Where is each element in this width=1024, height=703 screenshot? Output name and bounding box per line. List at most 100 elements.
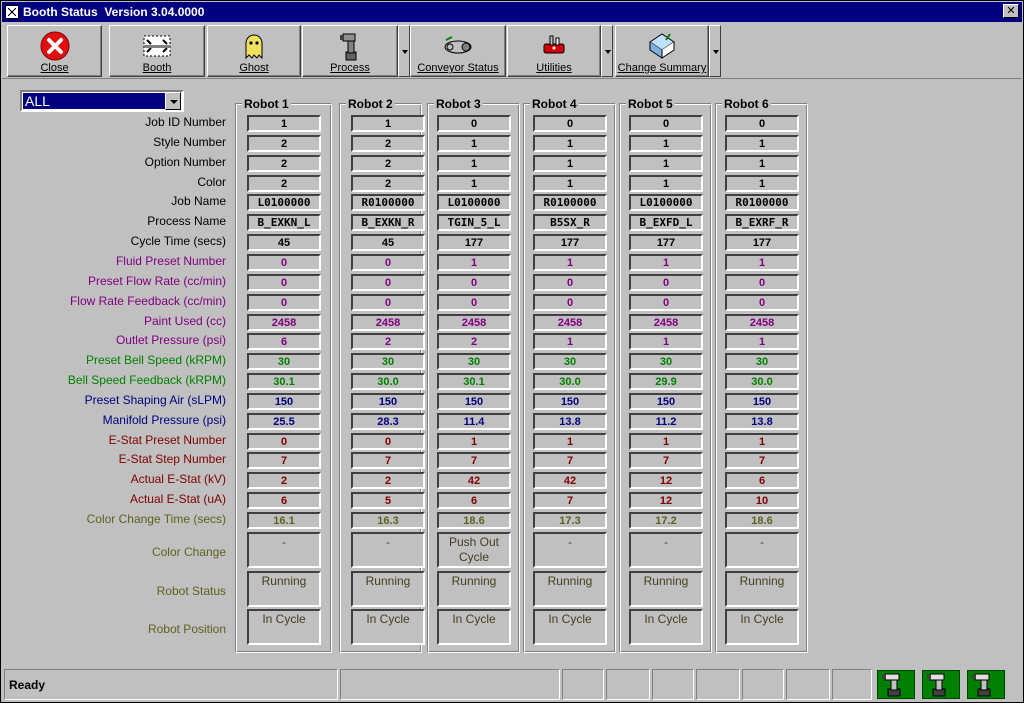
robot-5-color-value: 1: [629, 174, 703, 192]
status-pane: [562, 669, 604, 700]
row-label: E-Stat Step Number: [118, 452, 226, 467]
robot-2-style-number-value: 2: [351, 134, 425, 152]
row-label: Paint Used (cc): [143, 313, 226, 328]
robot-2-fluid-preset-number-value: 0: [351, 253, 425, 271]
robot-6-actual-e-stat-ua-value: 10: [725, 492, 799, 510]
robot-1-flow-rate-feedback-cc-min-value: 0: [247, 293, 321, 311]
utilities-button[interactable]: Utilities: [507, 25, 601, 77]
robot-1-robot-status-value: Running: [247, 571, 321, 607]
robot-3-color-change-value: Push Out Cycle: [437, 532, 511, 568]
robot-2-color-value: 2: [351, 174, 425, 192]
booth-status-panel: ALL Job ID Number Style Number Option Numb…: [2, 81, 1022, 665]
robot-6-actual-e-stat-kv-value: 6: [725, 472, 799, 490]
robot-1-option-number-value: 2: [247, 154, 321, 172]
robot-filter-selected: ALL: [23, 93, 165, 109]
robot-5-paint-used-cc-value: 2458: [629, 313, 703, 331]
toolbar-dropdown-arrow[interactable]: [709, 25, 721, 77]
robot-4-color-change-time-secs-value: 17.3: [533, 512, 607, 529]
robot-4-manifold-pressure-psi-value: 13.8: [533, 412, 607, 430]
row-label: Manifold Pressure (psi): [102, 412, 226, 427]
robot-1-preset-shaping-air-slpm-value: 150: [247, 392, 321, 410]
robot-4-process-name-value: B5SX_R: [533, 214, 607, 232]
close-button[interactable]: Close: [7, 25, 102, 77]
robot-1-color-change-value: -: [247, 532, 321, 568]
booth-button[interactable]: Booth: [109, 25, 205, 77]
conveyor-status-button[interactable]: Conveyor Status: [410, 25, 506, 77]
robot-4-actual-e-stat-kv-value: 42: [533, 472, 607, 490]
robot-filter-dropdown[interactable]: ALL: [20, 90, 184, 112]
robot-6-robot-position-value: In Cycle: [725, 609, 799, 645]
row-label: Option Number: [144, 154, 226, 169]
system-menu-icon[interactable]: [5, 5, 19, 19]
robot-3-e-stat-preset-number-value: 1: [437, 432, 511, 450]
robot-1-e-stat-step-number-value: 7: [247, 452, 321, 470]
row-label: Flow Rate Feedback (cc/min): [69, 293, 226, 308]
robot-4-color-value: 1: [533, 174, 607, 192]
robot-3-color-change-time-secs-value: 18.6: [437, 512, 511, 529]
robot-5-flow-rate-feedback-cc-min-value: 0: [629, 293, 703, 311]
robot-title: Robot 6: [722, 97, 771, 111]
robot-1-bell-speed-feedback-krpm-value: 30.1: [247, 373, 321, 391]
ghost-icon: [238, 30, 270, 62]
robot-icon[interactable]: [967, 670, 1005, 699]
robot-3-preset-shaping-air-slpm-value: 150: [437, 392, 511, 410]
robot-5-e-stat-step-number-value: 7: [629, 452, 703, 470]
robot-6-style-number-value: 1: [725, 134, 799, 152]
robot-5-option-number-value: 1: [629, 154, 703, 172]
ghost-button[interactable]: Ghost: [207, 25, 301, 77]
robot-2-preset-bell-speed-krpm-value: 30: [351, 353, 425, 371]
toolbar: Close Booth Ghost Process Conveyor Status Uti…: [2, 23, 1022, 79]
status-bar: Ready: [2, 667, 1022, 702]
process-button[interactable]: Process: [302, 25, 398, 77]
robot-1-process-name-value: B_EXKN_L: [247, 214, 321, 232]
robot-2-color-change-time-secs-value: 16.3: [351, 512, 425, 529]
robot-icon[interactable]: [922, 670, 960, 699]
robot-6-job-name-value: R0100000: [725, 194, 799, 212]
robot-title: Robot 5: [626, 97, 675, 111]
title-bar[interactable]: Booth Status Version 3.04.0000 ✕: [2, 2, 1022, 22]
robot-1-actual-e-stat-ua-value: 6: [247, 492, 321, 510]
toolbar-dropdown-arrow[interactable]: [601, 25, 613, 77]
robot-4-outlet-pressure-psi-value: 1: [533, 333, 607, 351]
robot-5-e-stat-preset-number-value: 1: [629, 432, 703, 450]
row-label: Robot Position: [147, 622, 226, 636]
robot-5-outlet-pressure-psi-value: 1: [629, 333, 703, 351]
robot-3-fluid-preset-number-value: 1: [437, 253, 511, 271]
robot-5-preset-shaping-air-slpm-value: 150: [629, 392, 703, 410]
row-label: Outlet Pressure (psi): [115, 333, 226, 348]
robot-6-paint-used-cc-value: 2458: [725, 313, 799, 331]
robot-2-outlet-pressure-psi-value: 2: [351, 333, 425, 351]
close-icon: [39, 30, 71, 62]
status-pane: [652, 669, 694, 700]
robot-4-robot-status-value: Running: [533, 571, 607, 607]
window-close-button[interactable]: ✕: [1003, 4, 1019, 18]
row-label: Color Change Time (secs): [86, 512, 226, 526]
utilities-icon: [538, 30, 570, 62]
robot-6-color-change-value: -: [725, 532, 799, 568]
robot-6-preset-flow-rate-cc-min-value: 0: [725, 273, 799, 291]
robot-1-fluid-preset-number-value: 0: [247, 253, 321, 271]
robot-3-cycle-time-secs-value: 177: [437, 234, 511, 252]
robot-1-job-id-number-value: 1: [247, 115, 321, 132]
robot-1-preset-flow-rate-cc-min-value: 0: [247, 273, 321, 291]
chevron-down-icon[interactable]: [165, 92, 181, 110]
robot-3-preset-flow-rate-cc-min-value: 0: [437, 273, 511, 291]
robot-5-preset-bell-speed-krpm-value: 30: [629, 353, 703, 371]
robot-3-outlet-pressure-psi-value: 2: [437, 333, 511, 351]
row-label: Process Name: [147, 214, 226, 229]
status-pane: [832, 669, 872, 700]
row-label: Color Change: [151, 545, 226, 559]
robot-6-bell-speed-feedback-krpm-value: 30.0: [725, 373, 799, 391]
status-pane: [786, 669, 830, 700]
robot-icon[interactable]: [877, 670, 915, 699]
robot-3-actual-e-stat-ua-value: 6: [437, 492, 511, 510]
robot-1-job-name-value: L0100000: [247, 194, 321, 212]
toolbar-dropdown-arrow[interactable]: [398, 25, 410, 77]
robot-4-option-number-value: 1: [533, 154, 607, 172]
robot-2-color-change-value: -: [351, 532, 425, 568]
row-label: Fluid Preset Number: [115, 253, 226, 268]
robot-6-e-stat-preset-number-value: 1: [725, 432, 799, 450]
change-summary-button[interactable]: Change Summary: [615, 25, 709, 77]
row-label: Preset Bell Speed (kRPM): [85, 353, 226, 368]
robot-4-robot-position-value: In Cycle: [533, 609, 607, 645]
